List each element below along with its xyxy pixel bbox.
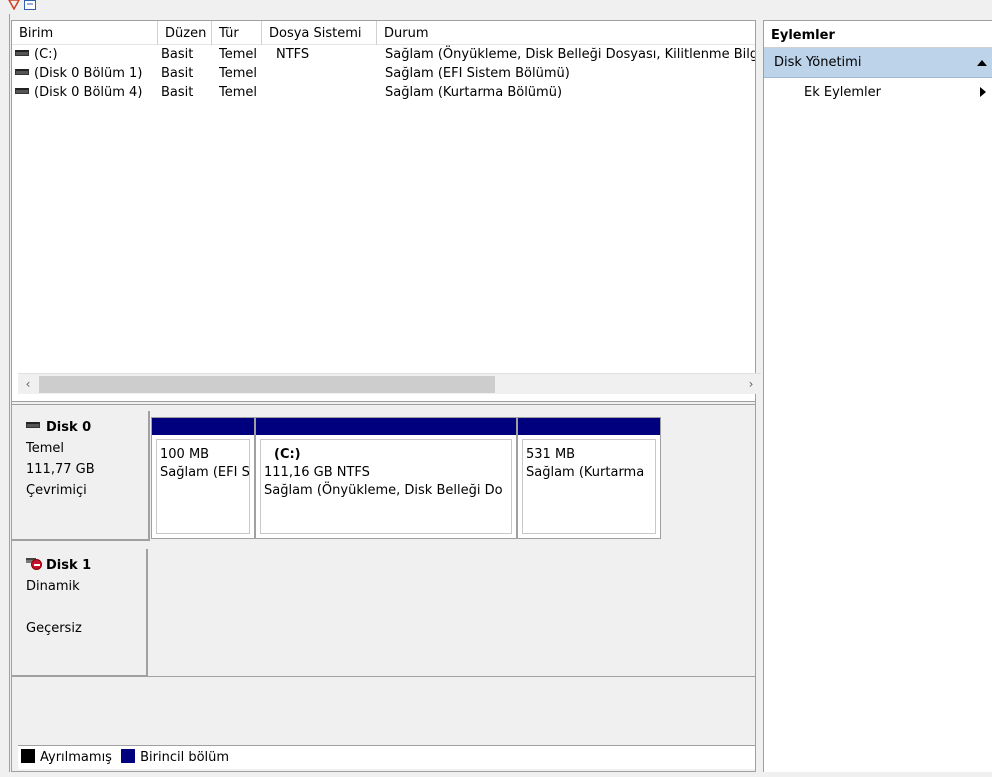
section-label: Disk Yönetimi [774, 55, 862, 70]
collapse-arrow-icon[interactable] [977, 60, 987, 66]
column-header-duzen[interactable]: Düzen [158, 21, 212, 45]
partition-recovery[interactable]: 531 MB Sağlam (Kurtarma [517, 417, 661, 539]
partition-status: Sağlam (Kurtarma [526, 465, 645, 480]
disk-name: Disk 0 [46, 420, 92, 435]
disk-type: Dinamik [26, 579, 80, 594]
more-actions-item[interactable]: Ek Eylemler [764, 78, 992, 107]
partition-type-bar [518, 418, 660, 435]
cell-duzen: Basit [161, 66, 194, 81]
disk-name: Disk 1 [46, 558, 92, 573]
disk-type: Temel [26, 441, 65, 456]
cell-tur: Temel [219, 47, 258, 62]
more-actions-label: Ek Eylemler [804, 85, 882, 100]
legend-primary: Birincil bölüm [140, 750, 230, 765]
disk-1-label[interactable]: Disk 1 Dinamik Geçersiz [12, 549, 148, 677]
cell-tur: Temel [219, 66, 258, 81]
cell-birim: (C:) [34, 47, 58, 62]
actions-title: Eylemler [764, 21, 992, 48]
status-bar [0, 772, 992, 777]
graphical-disk-view: Disk 0 Temel 111,77 GB Çevrimiçi 100 MB … [12, 405, 755, 771]
column-header-dosya-sistemi[interactable]: Dosya Sistemi [262, 21, 377, 45]
unallocated-swatch [21, 748, 35, 763]
cell-dosya-sistemi: NTFS [276, 47, 310, 62]
disk-size [26, 597, 146, 618]
submenu-arrow-icon [980, 87, 986, 97]
left-tree-strip [0, 14, 10, 777]
cell-dosya-sistemi [276, 64, 376, 83]
drive-icon [15, 49, 29, 56]
partition-size: 100 MB [160, 447, 210, 462]
partition-c[interactable]: (C:) 111,16 GB NTFS Sağlam (Önyükleme, D… [255, 417, 517, 539]
partition-type-bar [256, 418, 516, 435]
properties-icon[interactable] [24, 0, 36, 10]
legend: Ayrılmamış Birincil bölüm [18, 745, 755, 769]
partition-size: 111,16 GB NTFS [264, 465, 370, 480]
cell-duzen: Basit [161, 47, 194, 62]
cell-durum: Sağlam (Önyükleme, Disk Belleği Dosyası,… [385, 47, 755, 62]
cell-durum: Sağlam (EFI Sistem Bölümü) [385, 66, 570, 81]
disk-management-window: Birim Düzen Tür Dosya Sistemi Durum (C:)… [0, 0, 992, 777]
partition-type-bar [152, 418, 254, 435]
cell-birim: (Disk 0 Bölüm 4) [34, 85, 143, 100]
disk-1-space[interactable] [148, 549, 755, 677]
toolbar [0, 0, 992, 14]
disk-size: 111,77 GB [26, 462, 95, 477]
disk-error-icon [26, 557, 42, 571]
cell-duzen: Basit [161, 85, 194, 100]
disk-status: Çevrimiçi [26, 483, 87, 498]
primary-swatch [121, 748, 136, 763]
volume-list-header: Birim Düzen Tür Dosya Sistemi Durum [12, 21, 755, 45]
partition-efi[interactable]: 100 MB Sağlam (EFI S [151, 417, 255, 539]
cell-tur: Temel [219, 85, 258, 100]
partition-status: Sağlam (EFI S [160, 465, 250, 480]
volume-list: (C:) Basit Temel NTFS Sağlam (Önyükleme,… [12, 45, 755, 102]
actions-pane: Eylemler Disk Yönetimi Ek Eylemler [763, 20, 992, 772]
horizontal-scrollbar[interactable]: ‹ › [18, 373, 761, 394]
drive-icon [15, 68, 29, 75]
main-pane: Birim Düzen Tür Dosya Sistemi Durum (C:)… [11, 20, 761, 772]
drive-icon [15, 87, 29, 94]
partition-status: Sağlam (Önyükleme, Disk Belleği Do [264, 483, 503, 498]
shield-icon[interactable] [8, 0, 20, 10]
cell-dosya-sistemi [276, 83, 376, 102]
column-header-tur[interactable]: Tür [212, 21, 262, 45]
actions-section-disk-management[interactable]: Disk Yönetimi [764, 48, 992, 78]
partition-name: (C:) [274, 447, 301, 462]
cell-durum: Sağlam (Kurtarma Bölümü) [385, 85, 563, 100]
table-row[interactable]: (Disk 0 Bölüm 1) Basit Temel Sağlam (EFI… [12, 64, 755, 83]
disk-0-label[interactable]: Disk 0 Temel 111,77 GB Çevrimiçi [12, 411, 150, 541]
table-row[interactable]: (C:) Basit Temel NTFS Sağlam (Önyükleme,… [12, 45, 755, 64]
table-row[interactable]: (Disk 0 Bölüm 4) Basit Temel Sağlam (Kur… [12, 83, 755, 102]
scroll-right-button[interactable]: › [741, 374, 761, 395]
scrollbar-thumb[interactable] [39, 376, 495, 393]
disk-icon [26, 421, 40, 428]
scroll-left-button[interactable]: ‹ [18, 374, 38, 395]
disk-status: Geçersiz [26, 621, 82, 636]
legend-unallocated: Ayrılmamış [40, 750, 112, 765]
partition-size: 531 MB [526, 447, 576, 462]
column-header-durum[interactable]: Durum [377, 21, 755, 45]
cell-birim: (Disk 0 Bölüm 1) [34, 66, 143, 81]
column-header-birim[interactable]: Birim [12, 21, 158, 45]
